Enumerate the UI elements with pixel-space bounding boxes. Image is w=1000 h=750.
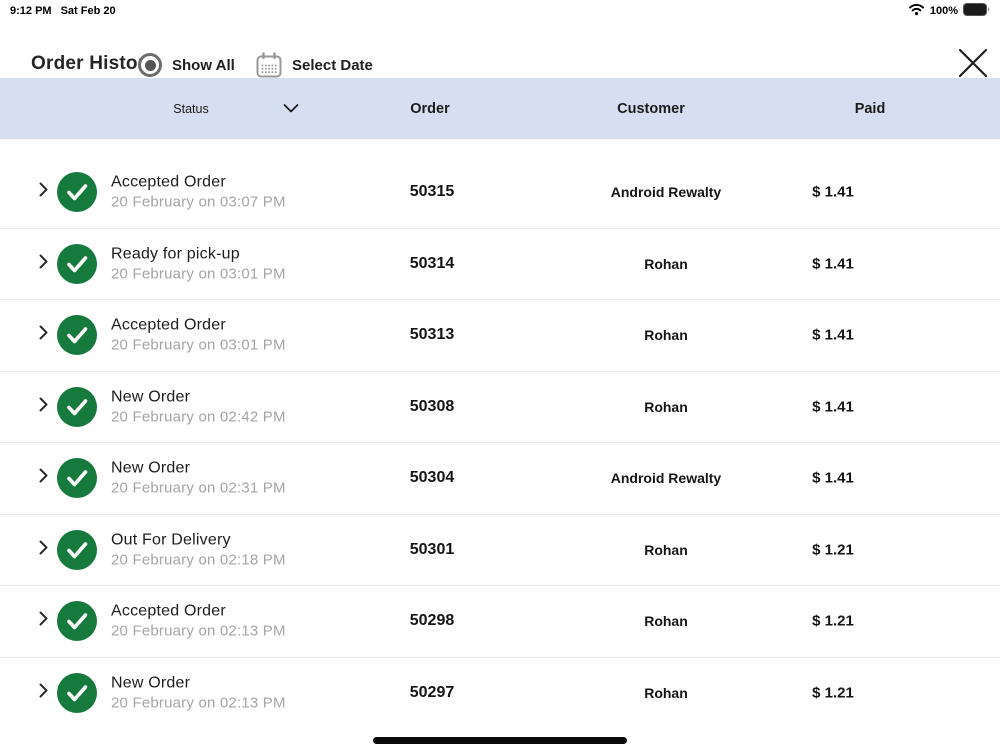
check-circle-icon xyxy=(57,315,97,355)
order-number: 50297 xyxy=(410,684,455,702)
chevron-right-icon[interactable] xyxy=(39,397,48,417)
check-circle-icon xyxy=(57,172,97,212)
order-status-block: New Order 20 February on 02:42 PM xyxy=(111,388,286,425)
status-date: Sat Feb 20 xyxy=(61,5,116,17)
order-status: New Order xyxy=(111,388,286,406)
order-datetime: 20 February on 02:18 PM xyxy=(111,551,286,568)
order-status: New Order xyxy=(111,460,286,478)
paid-amount: $ 1.41 xyxy=(812,398,854,415)
paid-amount: $ 1.21 xyxy=(812,541,854,558)
order-status: Accepted Order xyxy=(111,317,286,335)
order-status-block: New Order 20 February on 02:13 PM xyxy=(111,675,286,712)
table-row[interactable]: Accepted Order 20 February on 03:07 PM 5… xyxy=(0,157,1000,229)
order-number: 50304 xyxy=(410,469,455,487)
paid-amount: $ 1.41 xyxy=(812,255,854,272)
status-time: 9:12 PM xyxy=(10,5,52,17)
paid-amount: $ 1.41 xyxy=(812,327,854,344)
order-datetime: 20 February on 02:13 PM xyxy=(111,695,286,712)
chevron-right-icon[interactable] xyxy=(39,611,48,631)
customer-name: Rohan xyxy=(644,399,688,415)
order-status-block: Out For Delivery 20 February on 02:18 PM xyxy=(111,531,286,568)
customer-name: Rohan xyxy=(644,542,688,558)
paid-amount: $ 1.21 xyxy=(812,613,854,630)
table-row[interactable]: Accepted Order 20 February on 02:13 PM 5… xyxy=(0,586,1000,658)
check-circle-icon xyxy=(57,530,97,570)
order-number: 50315 xyxy=(410,183,455,201)
select-date-label[interactable]: Select Date xyxy=(292,57,373,74)
wifi-icon xyxy=(908,3,925,19)
table-row[interactable]: Ready for pick-up 20 February on 03:01 P… xyxy=(0,229,1000,301)
order-datetime: 20 February on 03:01 PM xyxy=(111,337,286,354)
check-circle-icon xyxy=(57,458,97,498)
chevron-right-icon[interactable] xyxy=(39,468,48,488)
order-status: Accepted Order xyxy=(111,174,286,192)
table-header: Status Order Customer Paid xyxy=(0,78,1000,139)
check-circle-icon xyxy=(57,673,97,713)
home-indicator[interactable] xyxy=(373,737,627,744)
order-number: 50314 xyxy=(410,255,455,273)
battery-full-icon xyxy=(963,3,990,19)
chevron-right-icon[interactable] xyxy=(39,683,48,703)
order-status-block: Accepted Order 20 February on 03:07 PM xyxy=(111,174,286,211)
order-number: 50313 xyxy=(410,326,455,344)
order-status: Ready for pick-up xyxy=(111,245,286,263)
status-bar: 9:12 PM Sat Feb 20 100% xyxy=(0,0,1000,20)
order-list: Accepted Order 20 February on 03:07 PM 5… xyxy=(0,139,1000,729)
battery-percent: 100% xyxy=(930,5,958,17)
order-status: Out For Delivery xyxy=(111,531,286,549)
calendar-icon[interactable] xyxy=(254,51,284,81)
order-status: Accepted Order xyxy=(111,603,286,621)
chevron-right-icon[interactable] xyxy=(39,540,48,560)
column-header-paid: Paid xyxy=(855,101,886,117)
column-header-customer: Customer xyxy=(617,101,685,117)
order-status-block: Ready for pick-up 20 February on 03:01 P… xyxy=(111,245,286,282)
check-circle-icon xyxy=(57,244,97,284)
order-datetime: 20 February on 03:07 PM xyxy=(111,194,286,211)
table-row[interactable]: New Order 20 February on 02:31 PM 50304 … xyxy=(0,443,1000,515)
check-circle-icon xyxy=(57,387,97,427)
order-status: New Order xyxy=(111,675,286,693)
chevron-right-icon[interactable] xyxy=(39,182,48,202)
table-row[interactable]: New Order 20 February on 02:13 PM 50297 … xyxy=(0,658,1000,730)
column-header-status: Status xyxy=(173,102,208,116)
paid-amount: $ 1.21 xyxy=(812,685,854,702)
table-row[interactable]: Accepted Order 20 February on 03:01 PM 5… xyxy=(0,300,1000,372)
order-status-block: New Order 20 February on 02:31 PM xyxy=(111,460,286,497)
paid-amount: $ 1.41 xyxy=(812,184,854,201)
customer-name: Rohan xyxy=(644,613,688,629)
radio-selected-icon xyxy=(145,60,156,71)
customer-name: Rohan xyxy=(644,256,688,272)
customer-name: Android Rewalty xyxy=(611,470,721,486)
close-icon[interactable] xyxy=(958,48,988,78)
order-datetime: 20 February on 02:31 PM xyxy=(111,480,286,497)
chevron-right-icon[interactable] xyxy=(39,254,48,274)
show-all-radio[interactable] xyxy=(138,53,162,77)
chevron-right-icon[interactable] xyxy=(39,325,48,345)
customer-name: Rohan xyxy=(644,327,688,343)
order-status-block: Accepted Order 20 February on 02:13 PM xyxy=(111,603,286,640)
column-header-order: Order xyxy=(410,101,450,117)
check-circle-icon xyxy=(57,601,97,641)
app-header: Order History Show All Select Date xyxy=(0,20,1000,78)
order-status-block: Accepted Order 20 February on 03:01 PM xyxy=(111,317,286,354)
order-datetime: 20 February on 02:42 PM xyxy=(111,408,286,425)
chevron-down-icon[interactable] xyxy=(283,100,299,118)
customer-name: Rohan xyxy=(644,685,688,701)
paid-amount: $ 1.41 xyxy=(812,470,854,487)
order-number: 50308 xyxy=(410,398,455,416)
show-all-label[interactable]: Show All xyxy=(172,57,235,74)
order-number: 50301 xyxy=(410,541,455,559)
order-number: 50298 xyxy=(410,612,455,630)
order-history-screen: 9:12 PM Sat Feb 20 100% Order History xyxy=(0,0,1000,750)
table-row[interactable]: New Order 20 February on 02:42 PM 50308 … xyxy=(0,372,1000,444)
customer-name: Android Rewalty xyxy=(611,184,721,200)
table-row[interactable]: Out For Delivery 20 February on 02:18 PM… xyxy=(0,515,1000,587)
order-datetime: 20 February on 03:01 PM xyxy=(111,265,286,282)
order-datetime: 20 February on 02:13 PM xyxy=(111,623,286,640)
